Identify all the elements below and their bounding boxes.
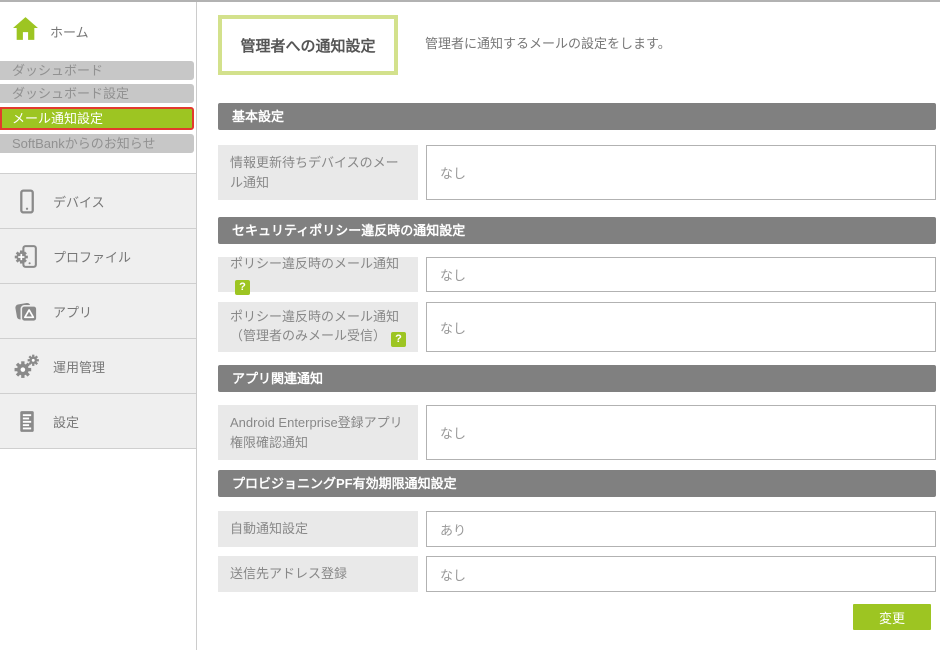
home-icon [12, 15, 39, 47]
nav-item-label: アプリ [53, 302, 92, 321]
help-icon[interactable]: ? [235, 280, 250, 295]
nav-item-label: 設定 [53, 412, 79, 431]
row-label: ポリシー違反時のメール通知? [218, 257, 418, 292]
sidebar-submenu: ダッシュボード ダッシュボード設定 メール通知設定 SoftBankからのお知ら… [0, 61, 196, 157]
section-header-basic-settings: 基本設定 [218, 103, 936, 130]
nav-item-label: 運用管理 [53, 357, 105, 376]
sidebar-item-devices[interactable]: デバイス [0, 174, 196, 229]
sidebar-item-dashboard-settings[interactable]: ダッシュボード設定 [0, 84, 194, 103]
page-description: 管理者に通知するメールの設定をします。 [425, 15, 671, 75]
row-value: なし [426, 556, 936, 592]
table-row: 情報更新待ちデバイスのメール通知 なし [218, 145, 936, 200]
section-header-app-notifications: アプリ関連通知 [218, 365, 936, 392]
sidebar-item-profiles[interactable]: プロファイル [0, 229, 196, 284]
row-value: なし [426, 257, 936, 292]
sidebar-item-operations[interactable]: 運用管理 [0, 339, 196, 394]
row-label: Android Enterprise登録アプリ権限確認通知 [218, 405, 418, 460]
sidebar-item-mail-notification-settings[interactable]: メール通知設定 [0, 107, 194, 130]
change-button[interactable]: 変更 [853, 604, 931, 630]
row-label: ポリシー違反時のメール通知（管理者のみメール受信）? [218, 302, 418, 352]
nav-item-label: プロファイル [53, 247, 131, 266]
sidebar-item-settings[interactable]: 設定 [0, 394, 196, 449]
table-row: 自動通知設定 あり [218, 511, 936, 547]
table-row: ポリシー違反時のメール通知? なし [218, 257, 936, 292]
button-row: 変更 [218, 604, 936, 630]
section-header-provisioning-pf: プロビジョニングPF有効期限通知設定 [218, 470, 936, 497]
sidebar: ホーム ダッシュボード ダッシュボード設定 メール通知設定 SoftBankから… [0, 2, 197, 650]
help-icon[interactable]: ? [391, 332, 406, 347]
row-value: なし [426, 405, 936, 460]
home-label: ホーム [50, 22, 89, 41]
main-content: 管理者への通知設定 管理者に通知するメールの設定をします。 基本設定 情報更新待… [218, 0, 936, 630]
sidebar-item-softbank-news[interactable]: SoftBankからのお知らせ [0, 134, 194, 153]
table-row: 送信先アドレス登録 なし [218, 556, 936, 592]
page-title: 管理者への通知設定 [218, 15, 398, 75]
row-value: なし [426, 302, 936, 352]
page-header: 管理者への通知設定 管理者に通知するメールの設定をします。 [218, 15, 936, 75]
row-label: 情報更新待ちデバイスのメール通知 [218, 145, 418, 200]
row-value: なし [426, 145, 936, 200]
sidebar-nav-sections: デバイス プロファイル [0, 173, 196, 449]
sidebar-item-dashboard[interactable]: ダッシュボード [0, 61, 194, 80]
profile-icon [13, 243, 40, 270]
table-row: Android Enterprise登録アプリ権限確認通知 なし [218, 405, 936, 460]
section-header-security-policy: セキュリティポリシー違反時の通知設定 [218, 217, 936, 244]
sidebar-item-apps[interactable]: アプリ [0, 284, 196, 339]
row-value: あり [426, 511, 936, 547]
settings-document-icon [13, 408, 40, 435]
row-label: 送信先アドレス登録 [218, 556, 418, 592]
operations-gears-icon [13, 353, 40, 380]
row-label: 自動通知設定 [218, 511, 418, 547]
sidebar-item-home[interactable]: ホーム [0, 2, 196, 61]
table-row: ポリシー違反時のメール通知（管理者のみメール受信）? なし [218, 302, 936, 352]
apps-icon [13, 298, 40, 325]
device-icon [13, 188, 40, 215]
nav-item-label: デバイス [53, 192, 105, 211]
